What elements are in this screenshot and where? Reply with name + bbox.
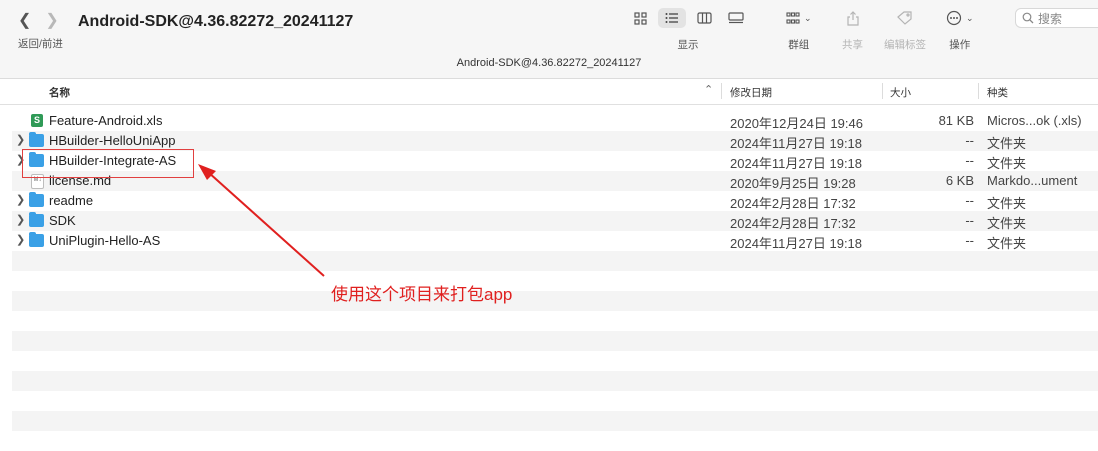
annotation-arrow (198, 164, 325, 277)
annotation-text: 使用这个项目来打包app (331, 285, 513, 304)
